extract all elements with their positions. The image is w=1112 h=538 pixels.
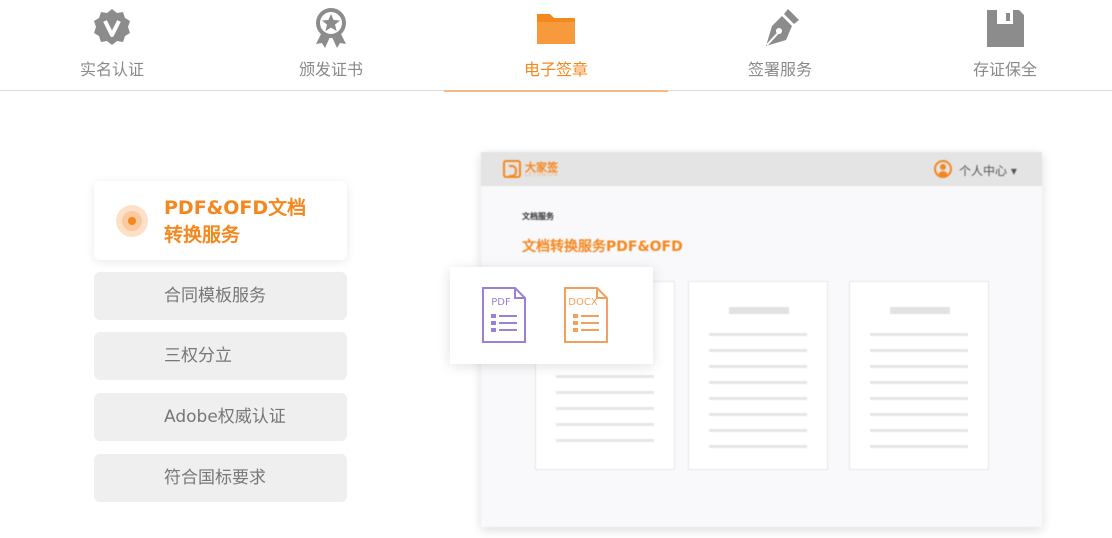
text-line bbox=[870, 333, 968, 336]
breadcrumb: 文档服务 bbox=[522, 212, 554, 221]
save-disk-icon bbox=[983, 6, 1027, 50]
mockup-header: 大家签 LETUNION 个人中心 ▾ bbox=[481, 152, 1042, 186]
text-line bbox=[870, 381, 968, 384]
logo-mark-icon bbox=[503, 160, 521, 178]
text-line bbox=[870, 413, 968, 416]
document-card-placeholder bbox=[688, 281, 828, 470]
text-line bbox=[870, 397, 968, 400]
tab-label: 存证保全 bbox=[972, 60, 1037, 79]
certificate-award-icon bbox=[309, 6, 353, 50]
docx-file-icon[interactable]: DOCX bbox=[563, 286, 609, 344]
pdf-file-icon[interactable]: PDF bbox=[481, 286, 527, 344]
page-title: 文档转换服务PDF&OFD bbox=[522, 239, 683, 255]
feature-item-separation-of-powers[interactable]: 三权分立 bbox=[94, 332, 347, 380]
logo-subtitle: LETUNION bbox=[525, 172, 559, 178]
text-line bbox=[870, 365, 968, 368]
feature-item-contract-template[interactable]: 合同模板服务 bbox=[94, 272, 347, 320]
feature-item-adobe-certification[interactable]: Adobe权威认证 bbox=[94, 393, 347, 441]
text-line bbox=[709, 445, 807, 448]
tab-label: 颁发证书 bbox=[298, 60, 363, 79]
text-line bbox=[556, 423, 654, 426]
docx-label: DOCX bbox=[568, 297, 598, 308]
feature-title-line2: 转换服务 bbox=[164, 224, 241, 246]
active-indicator-dot bbox=[116, 205, 148, 237]
text-line bbox=[709, 413, 807, 416]
text-line bbox=[870, 429, 968, 432]
document-card-placeholder bbox=[849, 281, 989, 470]
text-line bbox=[556, 439, 654, 442]
text-line bbox=[709, 381, 807, 384]
card-heading-bar bbox=[729, 307, 789, 314]
card-heading-bar bbox=[890, 307, 950, 314]
tab-evidence-preservation[interactable]: 存证保全 bbox=[893, 0, 1112, 91]
text-line bbox=[870, 349, 968, 352]
feature-title-line1: PDF&OFD文档 bbox=[164, 197, 307, 219]
text-line bbox=[709, 333, 807, 336]
verified-badge-icon bbox=[90, 6, 134, 50]
tab-real-name-auth[interactable]: 实名认证 bbox=[0, 0, 224, 91]
folder-icon bbox=[534, 6, 578, 50]
text-line bbox=[709, 397, 807, 400]
user-center-menu[interactable]: 个人中心 ▾ bbox=[934, 160, 1020, 180]
feature-item-doc-conversion[interactable]: PDF&OFD文档 转换服务 bbox=[94, 181, 347, 260]
tab-issue-certificate[interactable]: 颁发证书 bbox=[219, 0, 443, 91]
pen-nib-icon bbox=[758, 6, 802, 50]
tab-signing-service[interactable]: 签署服务 bbox=[668, 0, 892, 91]
text-line bbox=[556, 391, 654, 394]
tab-label: 实名认证 bbox=[79, 60, 144, 79]
pdf-label: PDF bbox=[491, 297, 511, 308]
text-line bbox=[709, 429, 807, 432]
feature-item-national-standard[interactable]: 符合国标要求 bbox=[94, 454, 347, 502]
tab-e-seal[interactable]: 电子签章 bbox=[444, 0, 668, 92]
text-line bbox=[870, 445, 968, 448]
text-line bbox=[709, 365, 807, 368]
feature-title: PDF&OFD文档 转换服务 bbox=[164, 195, 334, 249]
user-avatar-icon bbox=[934, 160, 952, 178]
text-line bbox=[556, 375, 654, 378]
text-line bbox=[709, 349, 807, 352]
tab-label: 电子签章 bbox=[523, 60, 588, 79]
category-tabs: 实名认证 颁发证书 电子签章 签署服务 存证保全 bbox=[0, 0, 1112, 92]
tab-label: 签署服务 bbox=[747, 60, 812, 79]
format-conversion-popup: PDF DOCX bbox=[450, 267, 653, 364]
text-line bbox=[556, 407, 654, 410]
user-center-label: 个人中心 ▾ bbox=[959, 164, 1017, 178]
